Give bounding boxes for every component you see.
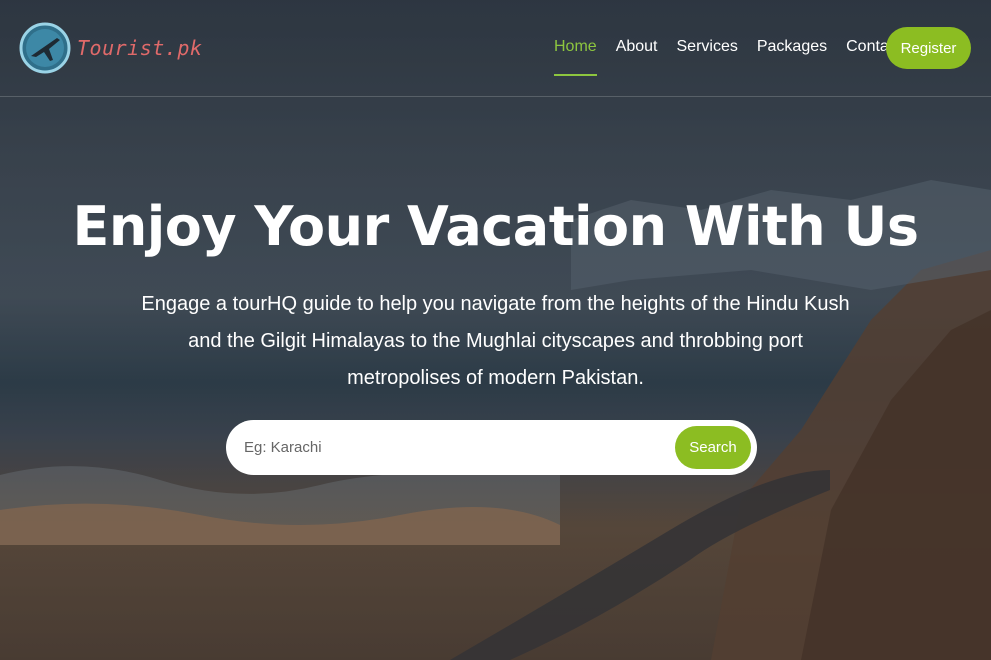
search-bar: Search	[226, 420, 757, 475]
nav-home[interactable]: Home	[554, 38, 597, 76]
search-button[interactable]: Search	[675, 426, 751, 469]
hero-title: Enjoy Your Vacation With Us	[72, 195, 919, 258]
nav-about[interactable]: About	[616, 38, 658, 56]
main-nav: Home About Services Packages Contact	[554, 38, 920, 76]
search-input[interactable]	[244, 439, 664, 456]
airplane-globe-icon	[19, 22, 71, 74]
nav-packages[interactable]: Packages	[757, 38, 827, 56]
hero-subtitle: Engage a tourHQ guide to help you naviga…	[141, 293, 850, 389]
navbar: Tourist.pk Home About Services Packages …	[0, 0, 991, 97]
nav-services[interactable]: Services	[677, 38, 738, 56]
register-button[interactable]: Register	[886, 27, 971, 69]
brand-logo[interactable]: Tourist.pk	[19, 18, 202, 78]
brand-name: Tourist.pk	[77, 36, 203, 60]
